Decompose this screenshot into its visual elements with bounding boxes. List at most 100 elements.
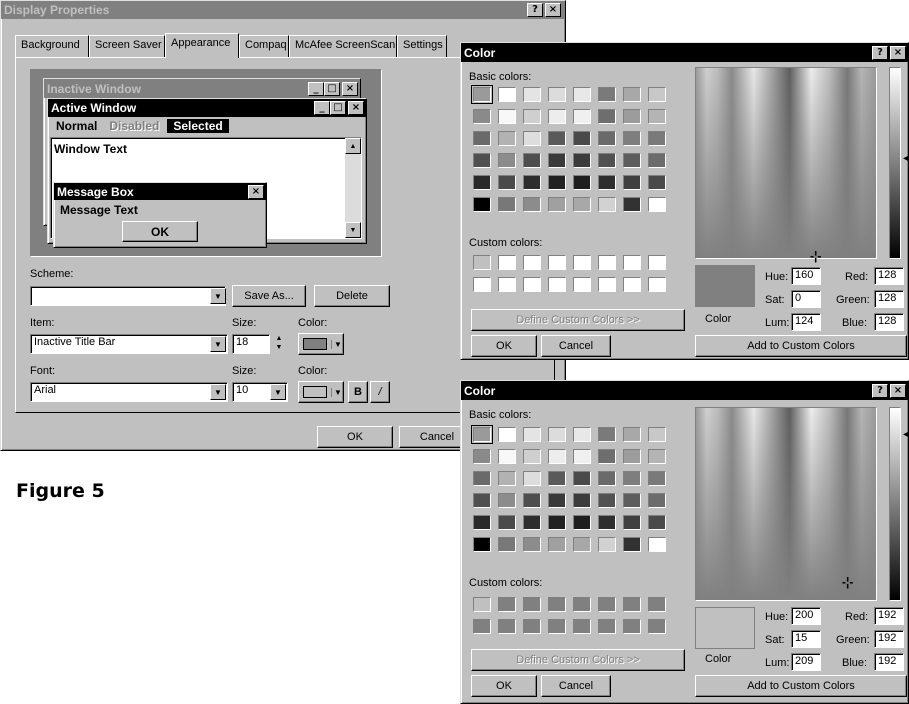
- color-swatch[interactable]: [598, 449, 616, 464]
- color-swatch[interactable]: [573, 619, 591, 634]
- item-dropdown-arrow-icon[interactable]: ▼: [210, 336, 226, 352]
- color-swatch[interactable]: [498, 277, 516, 292]
- color-swatch[interactable]: [548, 515, 566, 530]
- color-swatch[interactable]: [523, 277, 541, 292]
- color-swatch[interactable]: [523, 597, 541, 612]
- close-button[interactable]: ×: [545, 3, 561, 17]
- color-swatch[interactable]: [623, 471, 641, 486]
- color-swatch[interactable]: [573, 537, 591, 552]
- green-input[interactable]: 192: [874, 630, 904, 648]
- tab-screen-saver[interactable]: Screen Saver: [89, 35, 165, 57]
- color-swatch[interactable]: [598, 87, 616, 102]
- color-swatch[interactable]: [473, 537, 491, 552]
- color-swatch[interactable]: [648, 471, 666, 486]
- color-swatch[interactable]: [648, 255, 666, 270]
- green-input[interactable]: 128: [874, 290, 904, 308]
- add-to-custom-colors-button[interactable]: Add to Custom Colors: [695, 675, 907, 697]
- sat-input[interactable]: 0: [791, 290, 821, 308]
- blue-input[interactable]: 192: [874, 653, 904, 671]
- color-dialog-2-titlebar[interactable]: Color ? ×: [461, 381, 908, 400]
- color-swatch[interactable]: [473, 255, 491, 270]
- color-swatch[interactable]: [523, 175, 541, 190]
- color-swatch[interactable]: [548, 109, 566, 124]
- color-swatch[interactable]: [523, 493, 541, 508]
- luminance-slider[interactable]: [889, 67, 901, 259]
- item-size-input[interactable]: 18: [232, 334, 270, 354]
- display-properties-titlebar[interactable]: Display Properties ? ×: [1, 1, 565, 19]
- color-swatch[interactable]: [473, 493, 491, 508]
- luminance-arrow-icon[interactable]: ◀: [903, 153, 909, 164]
- color-swatch[interactable]: [548, 197, 566, 212]
- color-swatch[interactable]: [598, 255, 616, 270]
- item-color-button[interactable]: ▼: [298, 333, 344, 355]
- color-swatch[interactable]: [548, 493, 566, 508]
- color-swatch[interactable]: [523, 427, 541, 442]
- color-swatch[interactable]: [498, 597, 516, 612]
- color-swatch[interactable]: [623, 131, 641, 146]
- add-to-custom-colors-button[interactable]: Add to Custom Colors: [695, 335, 907, 357]
- font-color-button[interactable]: ▼: [298, 381, 344, 403]
- color-swatch[interactable]: [498, 175, 516, 190]
- tab-settings[interactable]: Settings: [397, 35, 447, 57]
- color-swatch[interactable]: [473, 277, 491, 292]
- color-swatch[interactable]: [598, 515, 616, 530]
- color-swatch[interactable]: [548, 175, 566, 190]
- blue-input[interactable]: 128: [874, 313, 904, 331]
- bold-button[interactable]: B: [348, 381, 368, 403]
- color-swatch[interactable]: [623, 597, 641, 612]
- color-swatch[interactable]: [598, 537, 616, 552]
- color-swatch[interactable]: [623, 109, 641, 124]
- color-swatch[interactable]: [548, 153, 566, 168]
- red-input[interactable]: 192: [874, 607, 904, 625]
- color-swatch[interactable]: [523, 109, 541, 124]
- color-swatch[interactable]: [473, 471, 491, 486]
- color-swatch[interactable]: [623, 197, 641, 212]
- color-swatch[interactable]: [471, 425, 493, 444]
- color-spectrum[interactable]: -¦-: [695, 67, 877, 262]
- preview-area[interactable]: Inactive Window _ □ × Active Window _ □ …: [30, 69, 382, 257]
- color-swatch[interactable]: [498, 197, 516, 212]
- color-swatch[interactable]: [623, 537, 641, 552]
- color-swatch[interactable]: [498, 471, 516, 486]
- color-swatch[interactable]: [623, 493, 641, 508]
- color-swatch[interactable]: [648, 515, 666, 530]
- color-swatch[interactable]: [498, 427, 516, 442]
- color-swatch[interactable]: [573, 471, 591, 486]
- color-swatch[interactable]: [573, 87, 591, 102]
- scheme-dropdown[interactable]: [30, 286, 226, 306]
- luminance-slider[interactable]: [889, 407, 901, 601]
- sat-input[interactable]: 15: [791, 630, 821, 648]
- color-swatch[interactable]: [523, 619, 541, 634]
- color-swatch[interactable]: [498, 131, 516, 146]
- color-swatch[interactable]: [573, 493, 591, 508]
- color-swatch[interactable]: [598, 597, 616, 612]
- color-swatch[interactable]: [498, 87, 516, 102]
- delete-button[interactable]: Delete: [314, 285, 390, 307]
- color-swatch[interactable]: [623, 427, 641, 442]
- color-swatch[interactable]: [648, 87, 666, 102]
- color-swatch[interactable]: [573, 255, 591, 270]
- color-swatch[interactable]: [548, 131, 566, 146]
- italic-button[interactable]: /: [370, 381, 390, 403]
- color-swatch[interactable]: [648, 449, 666, 464]
- color-swatch[interactable]: [498, 515, 516, 530]
- font-dropdown-arrow-icon[interactable]: ▼: [210, 384, 226, 400]
- color-swatch[interactable]: [648, 197, 666, 212]
- font-dropdown[interactable]: Arial: [30, 382, 228, 402]
- tab-compaq[interactable]: Compaq: [239, 35, 289, 57]
- color-swatch[interactable]: [623, 87, 641, 102]
- color-swatch[interactable]: [623, 255, 641, 270]
- color-swatch[interactable]: [623, 449, 641, 464]
- color-swatch[interactable]: [473, 153, 491, 168]
- color-swatch[interactable]: [523, 131, 541, 146]
- ok-button[interactable]: OK: [471, 335, 537, 357]
- color-swatch[interactable]: [548, 619, 566, 634]
- item-size-spinner-icon[interactable]: ▲ ▼: [272, 334, 286, 354]
- close-button[interactable]: ×: [890, 45, 906, 60]
- color-swatch[interactable]: [498, 493, 516, 508]
- color-swatch[interactable]: [523, 471, 541, 486]
- help-button[interactable]: ?: [527, 3, 543, 17]
- color-swatch[interactable]: [623, 515, 641, 530]
- color-swatch[interactable]: [598, 493, 616, 508]
- color-swatch[interactable]: [548, 597, 566, 612]
